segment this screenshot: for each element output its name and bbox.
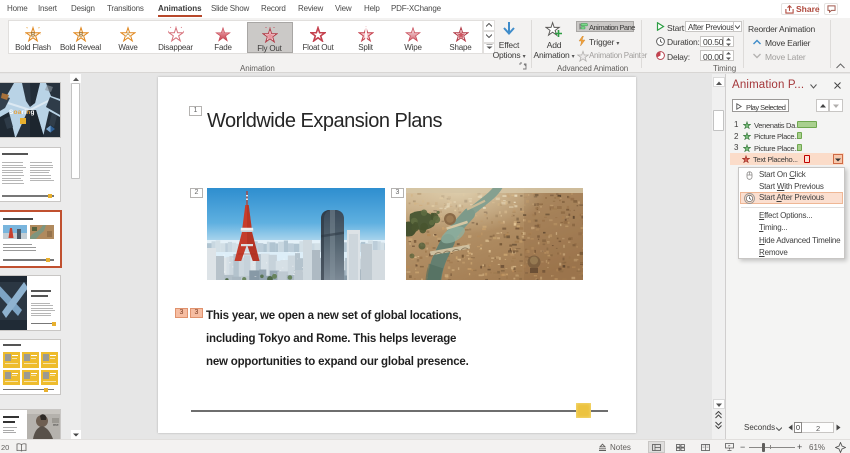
svg-text:B: B bbox=[31, 32, 36, 38]
svg-text:me: me bbox=[53, 422, 59, 427]
svg-text:B: B bbox=[78, 32, 83, 38]
svg-text:A: A bbox=[126, 32, 130, 38]
